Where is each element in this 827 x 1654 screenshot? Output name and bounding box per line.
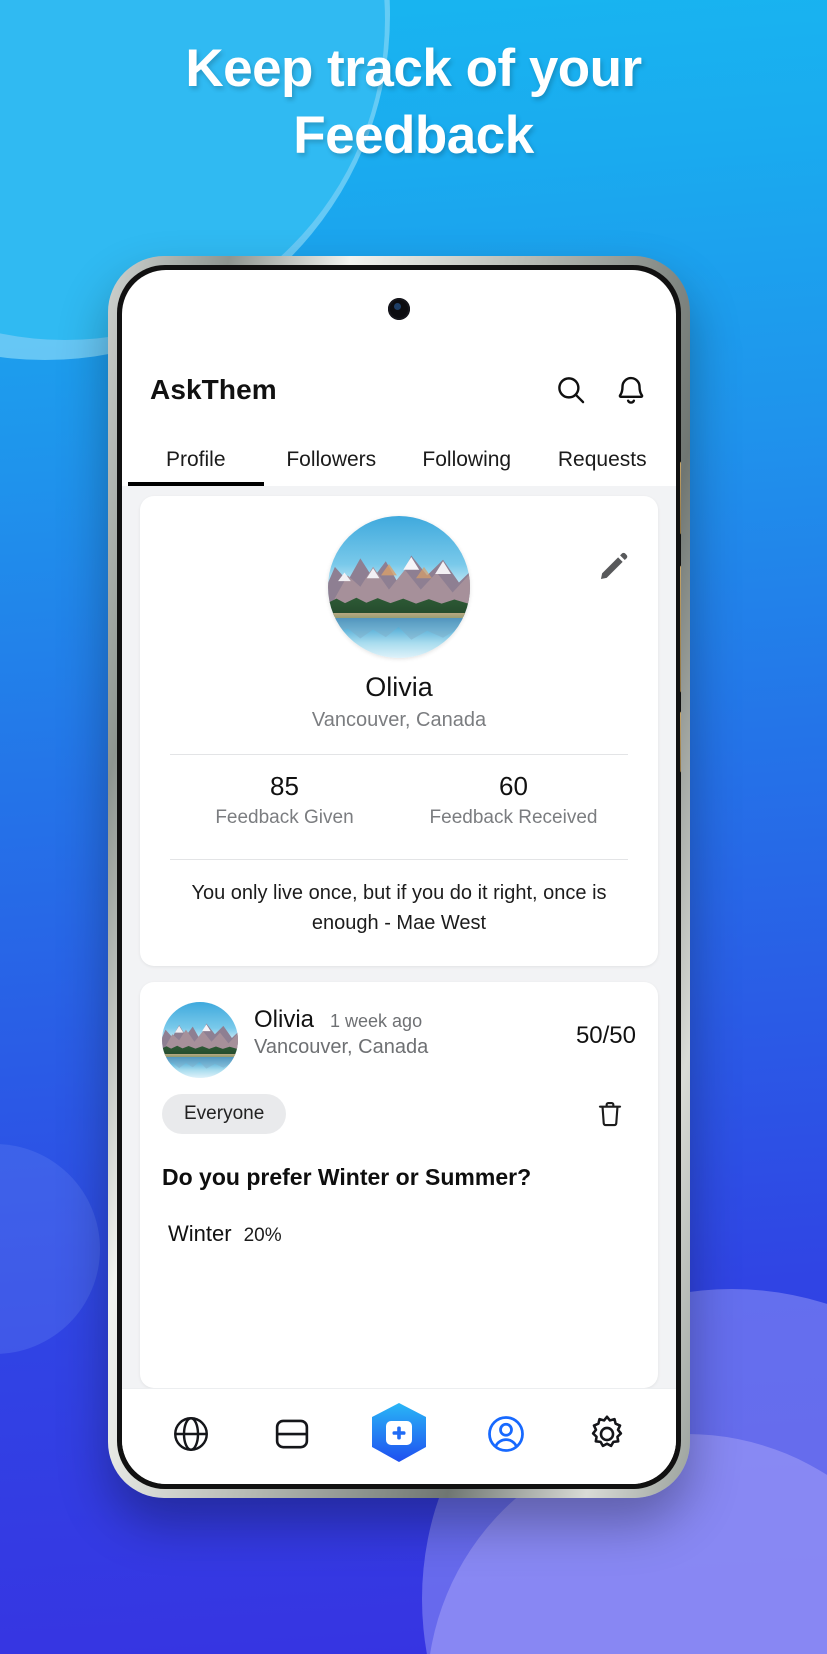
tab-followers[interactable]: Followers — [264, 448, 400, 486]
globe-icon[interactable] — [160, 1403, 222, 1465]
profile-stats: 85 Feedback Given 60 Feedback Received — [170, 755, 628, 837]
phone-side-button-power — [680, 711, 681, 773]
account-circle-icon[interactable] — [475, 1403, 537, 1465]
stat-value: 60 — [499, 771, 528, 801]
gear-icon[interactable] — [576, 1403, 638, 1465]
tab-following[interactable]: Following — [399, 448, 535, 486]
post-meta: Olivia 1 week ago Vancouver, Canada — [254, 1002, 576, 1059]
trash-icon[interactable] — [590, 1094, 630, 1134]
content-scroll-area[interactable]: Olivia Vancouver, Canada 85 Feedback Giv… — [122, 486, 676, 1388]
add-hexagon-icon[interactable] — [362, 1397, 436, 1471]
post-author: Olivia — [254, 1006, 315, 1033]
tab-requests[interactable]: Requests — [535, 448, 671, 486]
avatar-mountains — [328, 555, 470, 605]
front-camera — [388, 298, 410, 320]
background-blob-left — [0, 1144, 100, 1354]
profile-location: Vancouver, Canada — [311, 709, 487, 731]
profile-tabs: Profile Followers Following Requests — [122, 424, 676, 486]
promo-headline: Keep track of your Feedback — [185, 39, 642, 165]
page-title: Olivia — [365, 672, 433, 702]
post-audience-row: Everyone — [162, 1094, 636, 1134]
app-title: AskThem — [150, 374, 277, 405]
profile-avatar-wrap — [170, 516, 628, 658]
phone-side-button-volume-up — [680, 461, 681, 535]
phone-frame: AskThem Profile Followers Following Requ… — [108, 256, 690, 1498]
promo-stage: Keep track of your Feedback AskThem Prof… — [0, 0, 827, 1654]
profile-card: Olivia Vancouver, Canada 85 Feedback Giv… — [140, 496, 658, 966]
stat-feedback-given[interactable]: 85 Feedback Given — [170, 771, 399, 829]
pencil-icon[interactable] — [594, 546, 634, 586]
poll-option-winter[interactable]: Winter 20% — [162, 1221, 636, 1247]
feedback-post-card[interactable]: Olivia 1 week ago Vancouver, Canada 50/5… — [140, 982, 658, 1388]
poll-option-label: Winter — [168, 1221, 232, 1246]
app-bar: AskThem — [122, 356, 676, 424]
stat-value: 85 — [270, 771, 299, 801]
stat-label: Feedback Given — [215, 807, 354, 828]
post-location: Vancouver, Canada — [254, 1036, 429, 1058]
database-icon[interactable] — [261, 1403, 323, 1465]
post-question: Do you prefer Winter or Summer? — [162, 1164, 532, 1190]
post-avatar[interactable] — [162, 1002, 238, 1078]
phone-side-button-volume-down — [680, 565, 681, 693]
post-response-count: 50/50 — [575, 1022, 636, 1049]
profile-quote: You only live once, but if you do it rig… — [191, 882, 607, 934]
bell-icon[interactable] — [612, 371, 650, 409]
post-avatar-reflection — [162, 1056, 238, 1069]
bottom-navigation — [122, 1388, 676, 1484]
poll-option-percent: 20% — [243, 1225, 282, 1246]
avatar-reflection — [328, 618, 470, 640]
search-icon[interactable] — [552, 371, 590, 409]
tab-profile[interactable]: Profile — [128, 448, 264, 486]
status-badge[interactable]: Everyone — [162, 1094, 287, 1134]
phone-bezel: AskThem Profile Followers Following Requ… — [117, 265, 681, 1489]
stat-label: Feedback Received — [429, 807, 598, 828]
post-author-row: Olivia 1 week ago — [254, 1006, 576, 1034]
app-bar-actions — [552, 371, 650, 409]
avatar[interactable] — [328, 516, 470, 658]
post-header: Olivia 1 week ago Vancouver, Canada 50/5… — [162, 1002, 636, 1078]
phone-screen: AskThem Profile Followers Following Requ… — [122, 270, 676, 1484]
post-timestamp: 1 week ago — [330, 1011, 423, 1031]
stat-feedback-received[interactable]: 60 Feedback Received — [399, 771, 628, 829]
post-avatar-mountains — [162, 1023, 238, 1050]
